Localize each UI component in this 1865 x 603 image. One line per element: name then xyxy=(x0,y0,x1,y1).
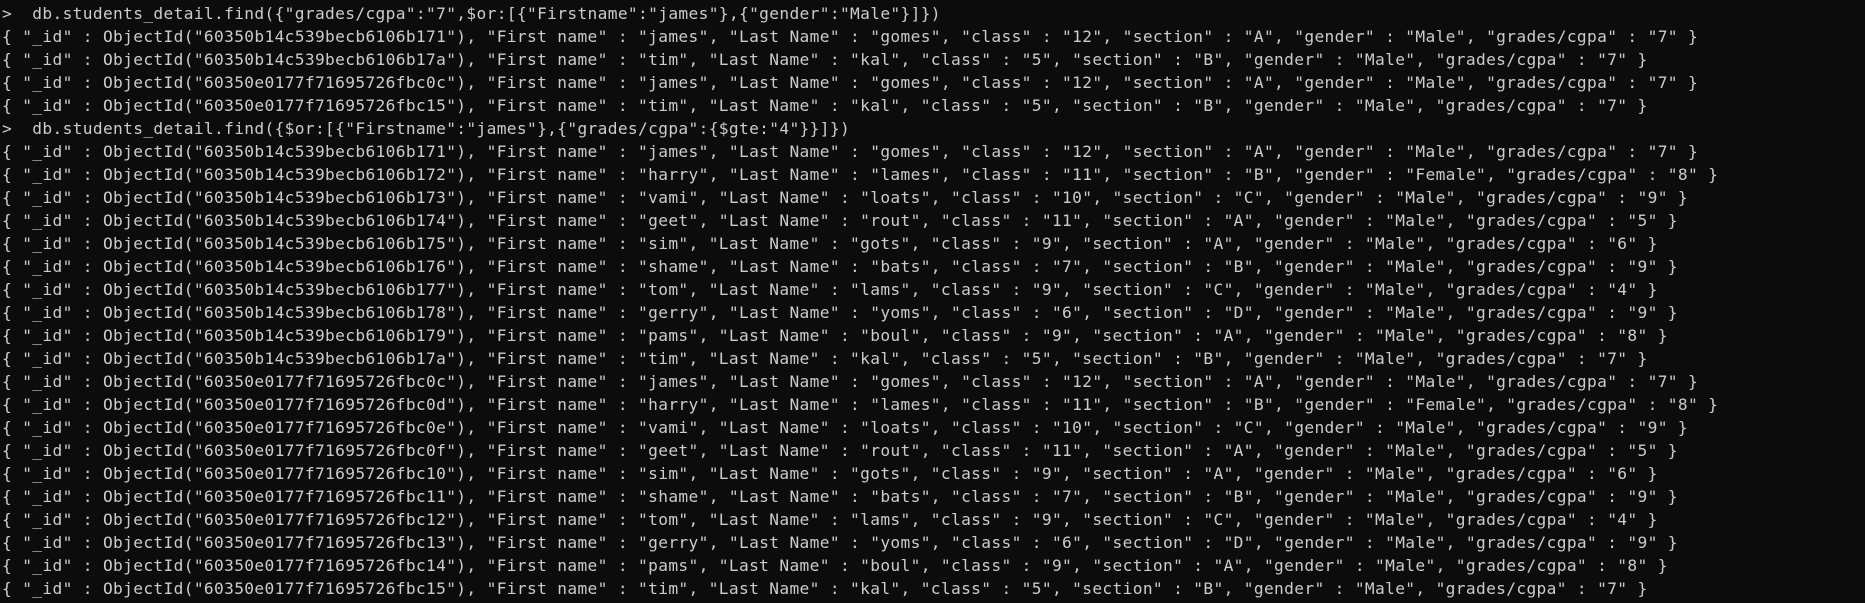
result-line: { "_id" : ObjectId("60350e0177f71695726f… xyxy=(2,556,1668,575)
result-line: { "_id" : ObjectId("60350e0177f71695726f… xyxy=(2,395,1719,414)
result-line: { "_id" : ObjectId("60350e0177f71695726f… xyxy=(2,487,1678,506)
result-line: { "_id" : ObjectId("60350b14c539becb6106… xyxy=(2,211,1678,230)
result-line: { "_id" : ObjectId("60350e0177f71695726f… xyxy=(2,96,1648,115)
result-line: { "_id" : ObjectId("60350b14c539becb6106… xyxy=(2,50,1648,69)
result-line: { "_id" : ObjectId("60350e0177f71695726f… xyxy=(2,464,1658,483)
result-line: { "_id" : ObjectId("60350e0177f71695726f… xyxy=(2,73,1699,92)
result-line: { "_id" : ObjectId("60350e0177f71695726f… xyxy=(2,510,1658,529)
command-line-find-and-or: > db.students_detail.find({"grades/cgpa"… xyxy=(2,4,941,23)
terminal-window[interactable]: > db.students_detail.find({"grades/cgpa"… xyxy=(0,0,1865,603)
result-line: { "_id" : ObjectId("60350e0177f71695726f… xyxy=(2,533,1678,552)
result-line: { "_id" : ObjectId("60350e0177f71695726f… xyxy=(2,372,1699,391)
command-line-find-or-gte: > db.students_detail.find({$or:[{"Firstn… xyxy=(2,119,851,138)
result-line: { "_id" : ObjectId("60350e0177f71695726f… xyxy=(2,418,1688,437)
result-line: { "_id" : ObjectId("60350e0177f71695726f… xyxy=(2,441,1678,460)
result-line: { "_id" : ObjectId("60350b14c539becb6106… xyxy=(2,142,1699,161)
result-line: { "_id" : ObjectId("60350b14c539becb6106… xyxy=(2,303,1678,322)
result-line: { "_id" : ObjectId("60350b14c539becb6106… xyxy=(2,326,1668,345)
result-line: { "_id" : ObjectId("60350b14c539becb6106… xyxy=(2,257,1678,276)
result-line: { "_id" : ObjectId("60350b14c539becb6106… xyxy=(2,349,1648,368)
result-line: { "_id" : ObjectId("60350b14c539becb6106… xyxy=(2,280,1658,299)
result-line: { "_id" : ObjectId("60350b14c539becb6106… xyxy=(2,234,1658,253)
result-line: { "_id" : ObjectId("60350e0177f71695726f… xyxy=(2,579,1648,598)
result-line: { "_id" : ObjectId("60350b14c539becb6106… xyxy=(2,188,1688,207)
result-line: { "_id" : ObjectId("60350b14c539becb6106… xyxy=(2,165,1719,184)
result-line: { "_id" : ObjectId("60350b14c539becb6106… xyxy=(2,27,1699,46)
